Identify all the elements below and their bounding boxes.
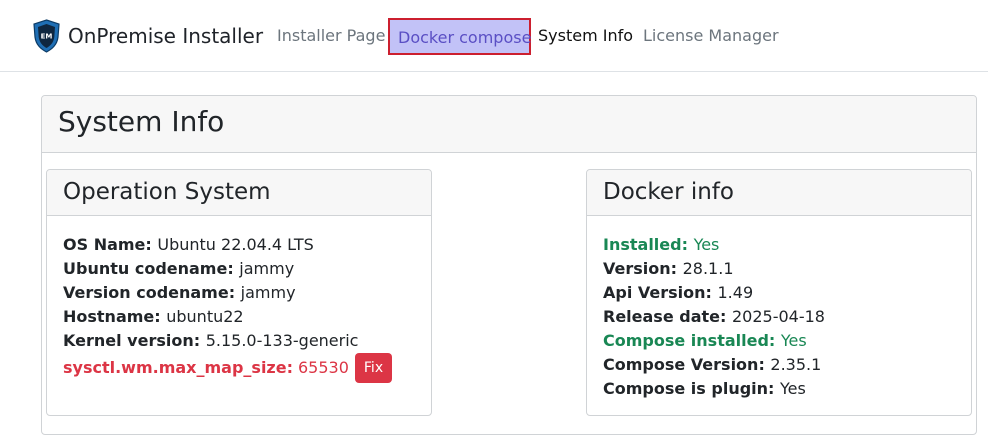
ubuntu-codename-row: Ubuntu codename: jammy	[63, 257, 415, 281]
max-map-size-value: 65530	[297, 358, 349, 377]
kernel-version-row: Kernel version: 5.15.0-133-generic	[63, 329, 415, 353]
hostname-value: ubuntu22	[166, 307, 244, 326]
hostname-label: Hostname:	[63, 307, 167, 326]
compose-plugin-label: Compose is plugin:	[603, 379, 780, 398]
version-codename-row: Version codename: jammy	[63, 281, 415, 305]
nav-installer-page[interactable]: Installer Page	[271, 18, 391, 55]
kernel-version-label: Kernel version:	[63, 331, 206, 350]
compose-installed-row: Compose installed: Yes	[603, 329, 955, 353]
ubuntu-codename-value: jammy	[239, 259, 295, 278]
os-name-row: OS Name: Ubuntu 22.04.4 LTS	[63, 233, 415, 257]
kernel-version-value: 5.15.0-133-generic	[205, 331, 359, 350]
top-navbar: EM OnPremise Installer Installer Page Do…	[0, 0, 988, 72]
version-codename-value: jammy	[240, 283, 296, 302]
os-card-title: Operation System	[47, 170, 431, 216]
compose-version-value: 2.35.1	[770, 355, 822, 374]
compose-version-label: Compose Version:	[603, 355, 771, 374]
release-date-value: 2025-04-18	[731, 307, 825, 326]
os-card-body: OS Name: Ubuntu 22.04.4 LTS Ubuntu coden…	[47, 216, 431, 383]
docker-version-value: 28.1.1	[682, 259, 734, 278]
os-name-label: OS Name:	[63, 235, 158, 254]
brand[interactable]: EM OnPremise Installer	[32, 18, 263, 54]
hostname-row: Hostname: ubuntu22	[63, 305, 415, 329]
api-version-label: Api Version:	[603, 283, 718, 302]
docker-installed-label: Installed:	[603, 235, 694, 254]
api-version-row: Api Version: 1.49	[603, 281, 955, 305]
docker-version-row: Version: 28.1.1	[603, 257, 955, 281]
compose-version-row: Compose Version: 2.35.1	[603, 353, 955, 377]
nav-system-info[interactable]: System Info	[532, 18, 639, 55]
docker-installed-row: Installed: Yes	[603, 233, 955, 257]
compose-installed-value: Yes	[780, 331, 807, 350]
docker-card-title: Docker info	[587, 170, 971, 216]
shield-logo-icon: EM	[33, 19, 60, 53]
docker-installed-value: Yes	[693, 235, 720, 254]
page-title: System Info	[42, 96, 976, 153]
version-codename-label: Version codename:	[63, 283, 241, 302]
compose-plugin-row: Compose is plugin: Yes	[603, 377, 955, 401]
app-title: OnPremise Installer	[68, 24, 264, 48]
nav-license-manager[interactable]: License Manager	[637, 18, 785, 55]
docker-info-card: Docker info Installed: Yes Version: 28.1…	[586, 169, 972, 416]
compose-plugin-value: Yes	[780, 379, 806, 398]
ubuntu-codename-label: Ubuntu codename:	[63, 259, 240, 278]
release-date-label: Release date:	[603, 307, 732, 326]
api-version-value: 1.49	[717, 283, 754, 302]
logo-text: EM	[41, 33, 53, 41]
max-map-size-row: sysctl.wm.max_map_size: 65530 Fix	[63, 353, 415, 383]
compose-installed-label: Compose installed:	[603, 331, 781, 350]
fix-button[interactable]: Fix	[354, 353, 393, 383]
nav-docker-compose[interactable]: Docker compose	[388, 18, 531, 55]
os-name-value: Ubuntu 22.04.4 LTS	[157, 235, 314, 254]
release-date-row: Release date: 2025-04-18	[603, 305, 955, 329]
docker-version-label: Version:	[603, 259, 683, 278]
os-card: Operation System OS Name: Ubuntu 22.04.4…	[46, 169, 432, 416]
max-map-size-label: sysctl.wm.max_map_size:	[63, 358, 293, 377]
docker-card-body: Installed: Yes Version: 28.1.1 Api Versi…	[587, 216, 971, 401]
